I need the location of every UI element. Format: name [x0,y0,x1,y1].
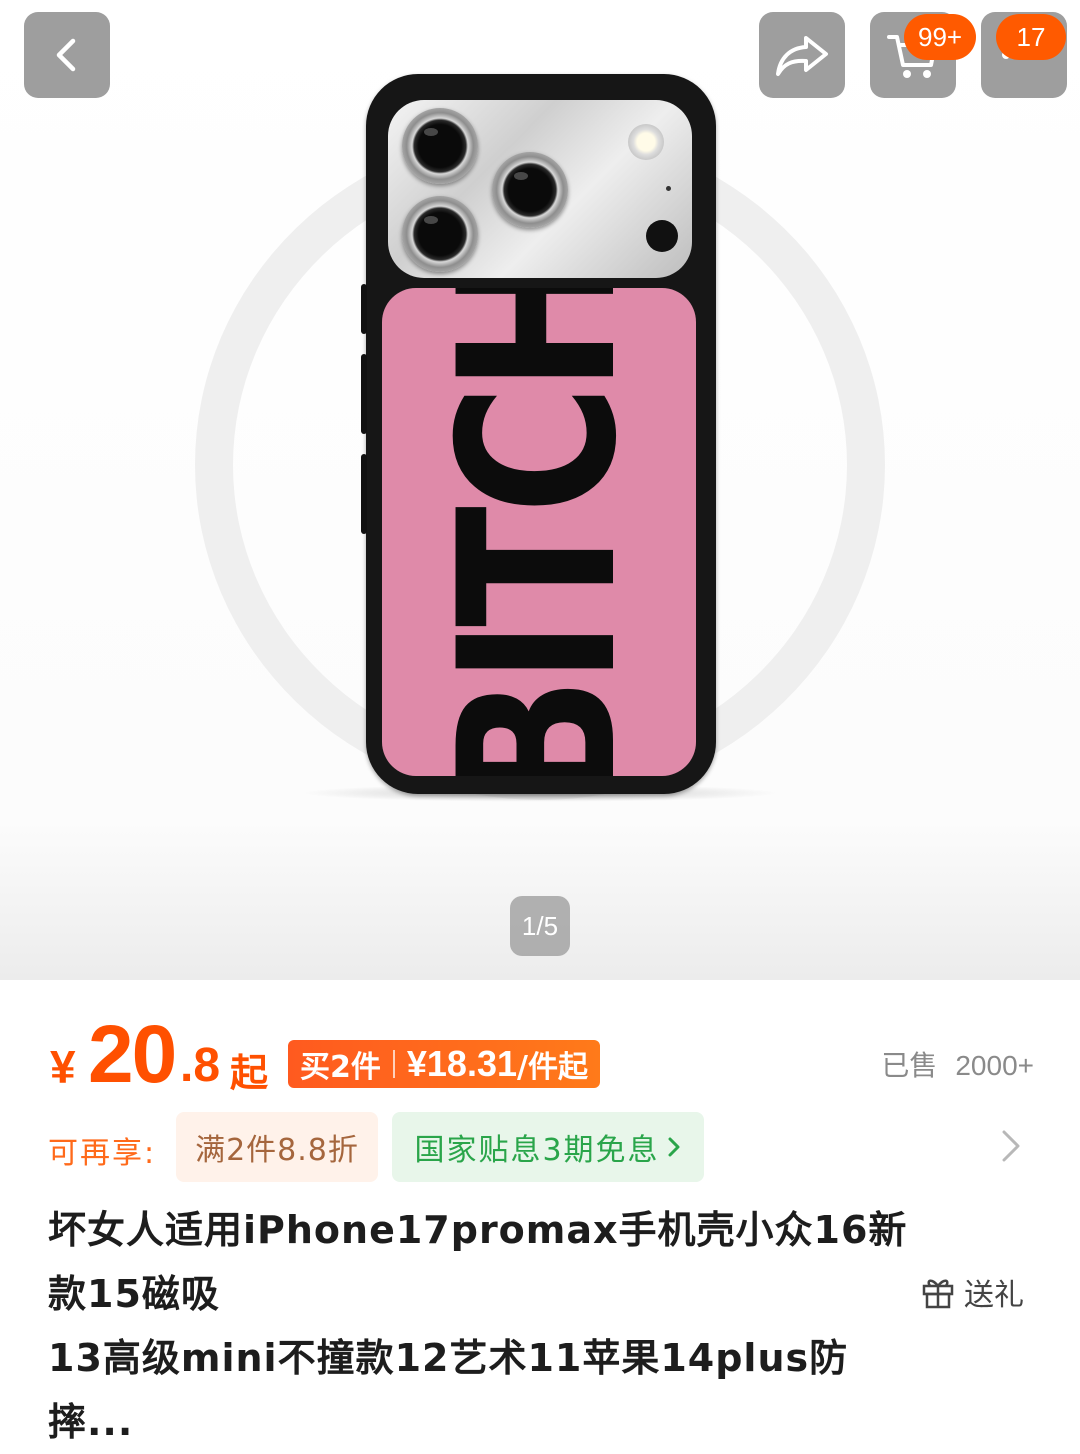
camera-plate [388,100,692,278]
sold-label: 已售 [881,1049,938,1082]
share-button[interactable] [759,12,845,98]
sold-number: 2000+ [955,1050,1034,1081]
chevron-right-icon [668,1137,680,1157]
back-button[interactable] [24,12,110,98]
side-button [361,454,367,534]
cart-count-badge: 99+ [904,14,977,60]
gift-icon [922,1279,954,1309]
deal-price: ¥18.31 [406,1043,517,1084]
case-print-panel: BITCH [382,288,696,776]
promo-expand-chevron-icon[interactable] [998,1126,1022,1166]
deal-label: 买2件 [300,1050,381,1085]
product-title: 坏女人适用iPhone17promax手机壳小众16新款15磁吸 13高级min… [48,1198,928,1454]
installment-chip[interactable]: 国家贴息3期免息 [392,1112,704,1182]
camera-lens [492,152,568,228]
price-suffix: 起 [230,1051,269,1095]
back-icon [56,38,76,72]
sold-count: 已售 2000+ [881,1044,1034,1084]
share-icon [776,36,828,76]
lidar-sensor [646,220,678,252]
message-count-badge: 17 [996,14,1066,60]
product-title-line2: 13高级mini不撞款12艺术11苹果14plus防摔... [48,1336,849,1444]
price-currency: ¥ [50,1041,76,1093]
installment-chip-label: 国家贴息3期免息 [414,1133,660,1168]
promo-label: 可再享: [48,1136,157,1171]
microphone-dot [666,186,671,191]
image-pager: 1/5 [510,896,570,956]
side-button [361,354,367,434]
camera-lens [402,108,478,184]
price-integer: 20 [88,1009,177,1100]
camera-flash [628,124,664,160]
multi-buy-deal-badge[interactable]: 买2件 ¥18.31 /件起 [288,1040,600,1088]
deal-suffix: /件起 [516,1050,588,1085]
discount-chip[interactable]: 满2件8.8折 [176,1112,378,1182]
case-print-text: BITCH [413,288,664,776]
price-decimal: .8 [180,1039,221,1092]
gift-button[interactable]: 送礼 [920,1270,1024,1314]
gift-label: 送礼 [964,1278,1024,1313]
product-phone-case-image: BITCH [361,74,716,794]
product-image-gallery[interactable]: BITCH 1/5 [0,0,1080,980]
side-button [361,284,367,334]
product-title-line1: 坏女人适用iPhone17promax手机壳小众16新款15磁吸 [48,1208,908,1316]
deal-divider [392,1050,395,1078]
camera-lens [402,196,478,272]
